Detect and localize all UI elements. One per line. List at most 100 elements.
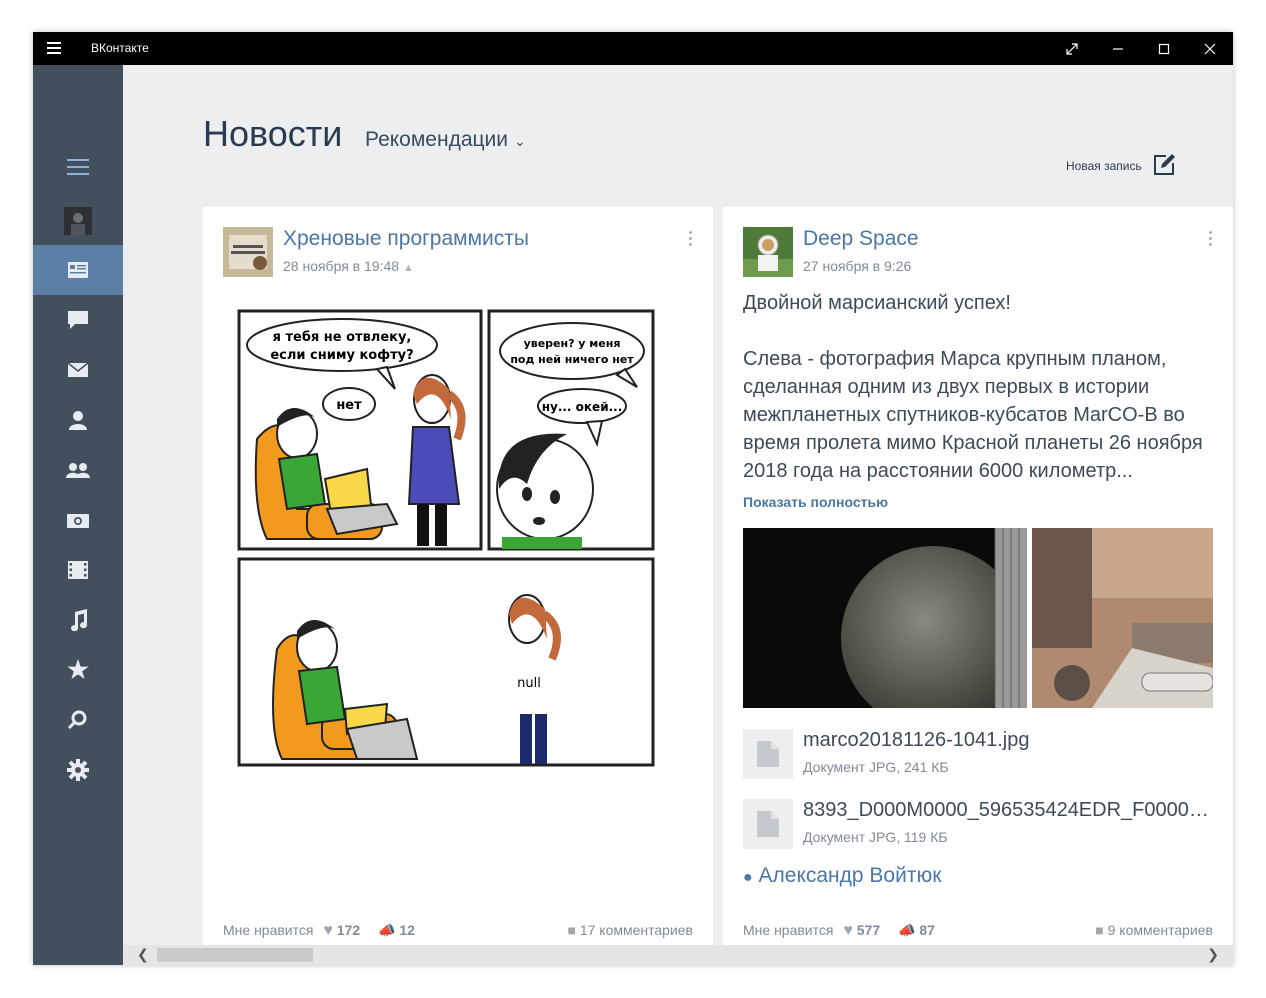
news-icon <box>68 262 88 278</box>
show-more-link[interactable]: Показать полностью <box>743 494 888 510</box>
comments-count: 17 комментариев <box>579 922 693 938</box>
megaphone-icon: 📣 <box>898 922 916 938</box>
comic-bubble-2: нет <box>336 398 362 413</box>
reposts-count: 12 <box>399 922 415 938</box>
likes-count: 577 <box>856 922 881 938</box>
post-text: Двойной марсианский успех! Слева - фотог… <box>743 289 1218 485</box>
post-footer: Мне нравится ♥ 577 📣 87 ■ 9 комментариев <box>743 922 1213 942</box>
app-window: ВКонтакте Новости Рекомендации ⌄ Новая з… <box>33 32 1233 965</box>
avatar[interactable] <box>743 227 793 277</box>
sidebar-item-mail[interactable] <box>33 345 123 395</box>
likes-count: 172 <box>336 922 361 938</box>
heart-icon: ♥ <box>843 922 853 939</box>
close-button[interactable] <box>1187 32 1233 65</box>
sidebar-item-profile-avatar[interactable] <box>33 196 123 246</box>
more-options-button[interactable] <box>1209 231 1213 249</box>
post-author[interactable]: Deep Space <box>803 227 919 251</box>
post-footer: Мне нравится ♥ 172 📣 12 ■ 17 комментарие… <box>223 922 693 942</box>
sidebar-item-search[interactable] <box>33 695 123 745</box>
scroll-right-icon[interactable]: ❯ <box>1207 946 1219 963</box>
minimize-icon <box>1113 47 1123 50</box>
music-icon <box>71 609 88 631</box>
fullscreen-button[interactable] <box>1049 32 1095 65</box>
post-signer[interactable]: ● Александр Войтюк <box>743 864 941 888</box>
chevron-down-icon: ⌄ <box>514 133 526 149</box>
reposts-count: 87 <box>919 922 935 938</box>
minimize-button[interactable] <box>1095 32 1141 65</box>
star-icon <box>67 659 89 679</box>
sidebar-item-groups[interactable] <box>33 445 123 495</box>
post-date: 28 ноября в 19:48 ▲ <box>283 258 414 274</box>
sidebar-item-news[interactable] <box>33 245 123 295</box>
scrollbar-thumb[interactable] <box>157 948 313 962</box>
chat-icon <box>68 311 88 329</box>
document-attachment[interactable]: marco20181126-1041.jpg Документ JPG, 241… <box>743 729 1223 781</box>
close-icon <box>1204 43 1216 54</box>
comment-icon: ■ <box>567 922 576 938</box>
post-date: 27 ноября в 9:26 <box>803 258 912 274</box>
feed-filter-dropdown[interactable]: Рекомендации ⌄ <box>365 128 526 152</box>
mail-icon <box>68 363 88 377</box>
heart-icon: ♥ <box>323 922 333 939</box>
user-icon: ● <box>743 869 753 886</box>
film-icon <box>68 561 88 579</box>
edit-icon[interactable] <box>1153 154 1175 181</box>
comic-bubble-3b: под ней ничего нет <box>510 353 634 366</box>
post-author[interactable]: Хреновые программисты <box>283 227 529 251</box>
android-icon: ▲ <box>402 262 414 274</box>
document-name: marco20181126-1041.jpg <box>803 729 1030 751</box>
avatar[interactable] <box>223 227 273 277</box>
comic-shirt-text: null <box>517 676 541 691</box>
document-meta: Документ JPG, 119 КБ <box>803 829 948 845</box>
comic-bubble-1a: я тебя не отвлеку, <box>273 330 412 345</box>
window-title: ВКонтакте <box>91 41 149 55</box>
horizontal-scrollbar[interactable]: ❮ ❯ <box>123 945 1233 965</box>
repost-button[interactable]: 📣 12 <box>378 922 415 938</box>
page-title: Новости <box>203 113 343 154</box>
repost-button[interactable]: 📣 87 <box>898 922 935 938</box>
menu-icon <box>67 159 89 175</box>
maximize-icon <box>1158 43 1170 54</box>
sidebar-item-videos[interactable] <box>33 545 123 595</box>
like-button[interactable]: Мне нравится ♥ 577 📣 87 <box>743 922 935 940</box>
scroll-left-icon[interactable]: ❮ <box>137 946 149 963</box>
search-icon <box>68 710 87 730</box>
comments-count: 9 комментариев <box>1107 922 1213 938</box>
megaphone-icon: 📣 <box>378 922 396 938</box>
photo-mars-closeup[interactable] <box>743 528 1027 708</box>
comic-bubble-1b: если сниму кофту? <box>270 348 413 363</box>
new-post-button[interactable]: Новая запись <box>1066 159 1142 173</box>
gear-icon <box>67 759 89 781</box>
photo-mars-surface[interactable] <box>1032 528 1213 708</box>
sidebar-item-bookmarks[interactable] <box>33 645 123 695</box>
sidebar-item-music[interactable] <box>33 595 123 645</box>
camera-icon <box>67 514 89 528</box>
sidebar-item-friends[interactable] <box>33 395 123 445</box>
feed-filter-label: Рекомендации <box>365 128 509 151</box>
sidebar-item-photos[interactable] <box>33 495 123 545</box>
sidebar <box>33 65 123 965</box>
comic-bubble-3a: уверен? у меня <box>524 337 621 350</box>
sidebar-item-messages[interactable] <box>33 295 123 345</box>
comments-button[interactable]: ■ 9 комментариев <box>1095 922 1213 938</box>
more-options-button[interactable] <box>689 231 693 249</box>
document-icon <box>743 729 793 779</box>
hamburger-icon[interactable] <box>47 42 61 54</box>
post-text-body: Слева - фотография Марса крупным планом,… <box>743 348 1203 482</box>
sidebar-item-settings[interactable] <box>33 745 123 795</box>
main-content: Новости Рекомендации ⌄ Новая запись Хрено… <box>123 65 1233 965</box>
sidebar-menu-button[interactable] <box>33 142 123 192</box>
comment-icon: ■ <box>1095 922 1104 938</box>
post-card: Deep Space 27 ноября в 9:26 Двойной марс… <box>723 207 1233 959</box>
post-text-title: Двойной марсианский успех! <box>743 292 1011 314</box>
post-card: Хреновые программисты 28 ноября в 19:48 … <box>203 207 713 959</box>
comic-image[interactable]: я тебя не отвлеку, если сниму кофту? нет <box>237 309 655 769</box>
comments-button[interactable]: ■ 17 комментариев <box>567 922 693 938</box>
document-attachment[interactable]: 8393_D000M0000_596535424EDR_F0000_... До… <box>743 799 1223 851</box>
document-name: 8393_D000M0000_596535424EDR_F0000_... <box>803 799 1213 821</box>
like-button[interactable]: Мне нравится ♥ 172 📣 12 <box>223 922 415 940</box>
maximize-button[interactable] <box>1141 32 1187 65</box>
title-bar: ВКонтакте <box>33 32 1233 65</box>
document-icon <box>743 799 793 849</box>
user-icon <box>69 411 87 430</box>
